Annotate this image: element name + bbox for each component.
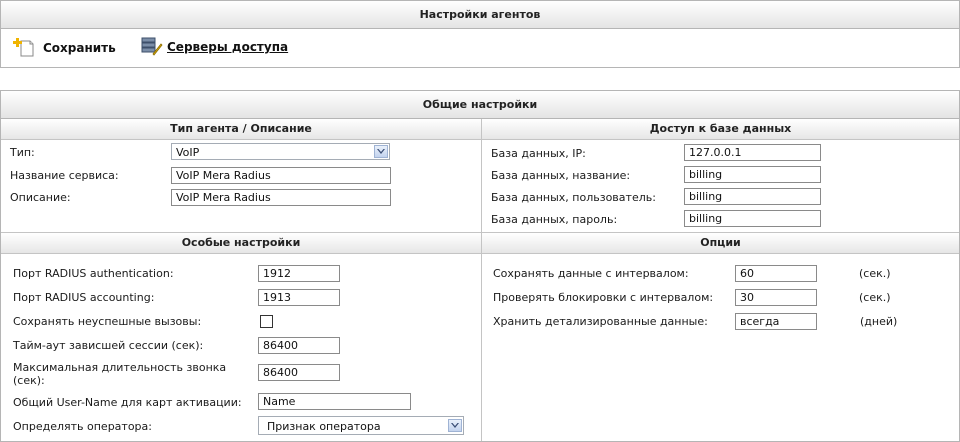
type-select[interactable]: VoIP xyxy=(171,143,390,160)
operator-select[interactable]: Признак оператора xyxy=(258,416,464,435)
agent-settings-panel: Настройки агентов Сохранить Серверы дост… xyxy=(0,0,960,68)
agent-settings-title: Настройки агентов xyxy=(1,1,959,29)
save-icon xyxy=(13,37,35,60)
activation-username-label: Общий User-Name для карт активации: xyxy=(13,396,242,409)
save-interval-label: Сохранять данные с интервалом: xyxy=(493,267,689,280)
servers-icon xyxy=(141,36,163,59)
max-call-duration-label-line1: Максимальная длительность звонка xyxy=(13,361,227,374)
max-call-duration-input[interactable]: 86400 xyxy=(258,364,340,381)
operator-label: Определять оператора: xyxy=(13,420,152,433)
chevron-down-icon xyxy=(448,419,462,432)
left-column: Тип агента / Описание Тип: VoIP Название… xyxy=(1,119,482,441)
type-select-value: VoIP xyxy=(176,146,200,159)
radius-acct-port-label: Порт RADIUS accounting: xyxy=(13,291,155,304)
general-settings-title: Общие настройки xyxy=(1,91,959,119)
db-name-input[interactable]: billing xyxy=(684,166,821,183)
right-column: Доступ к базе данных База данных, IP: 12… xyxy=(482,119,959,441)
save-interval-input[interactable]: 60 xyxy=(735,265,817,282)
options-section-title: Опции xyxy=(482,232,959,254)
save-button[interactable]: Сохранить xyxy=(13,37,116,59)
radius-auth-port-input[interactable]: 1912 xyxy=(258,265,340,282)
db-password-input[interactable]: billing xyxy=(684,210,821,227)
session-timeout-input[interactable]: 86400 xyxy=(258,337,340,354)
db-ip-label: База данных, IP: xyxy=(491,147,586,160)
db-ip-input[interactable]: 127.0.0.1 xyxy=(684,144,821,161)
save-failed-calls-label: Сохранять неуспешные вызовы: xyxy=(13,315,202,328)
operator-select-value: Признак оператора xyxy=(267,420,381,433)
radius-acct-port-input[interactable]: 1913 xyxy=(258,289,340,306)
db-name-label: База данных, название: xyxy=(491,169,631,182)
keep-detailed-data-input[interactable]: всегда xyxy=(735,313,817,330)
block-check-interval-input[interactable]: 30 xyxy=(735,289,817,306)
max-call-duration-label-line2: (сек): xyxy=(13,374,45,387)
keep-detailed-data-label: Хранить детализированные данные: xyxy=(493,315,708,328)
block-check-interval-unit: (сек.) xyxy=(859,291,891,304)
access-servers-label: Серверы доступа xyxy=(167,40,289,54)
keep-detailed-data-unit: (дней) xyxy=(860,315,898,328)
service-name-label: Название сервиса: xyxy=(10,169,119,182)
access-servers-link[interactable]: Серверы доступа xyxy=(141,36,288,58)
activation-username-input[interactable]: Name xyxy=(258,393,411,410)
special-settings-section-title: Особые настройки xyxy=(1,232,481,254)
general-settings-panel: Общие настройки Тип агента / Описание Ти… xyxy=(0,90,960,442)
chevron-down-icon xyxy=(374,145,388,158)
db-access-section-title: Доступ к базе данных xyxy=(482,119,959,140)
save-label: Сохранить xyxy=(43,41,116,55)
description-label: Описание: xyxy=(10,191,71,204)
session-timeout-label: Тайм-аут зависшей сессии (сек): xyxy=(13,339,204,352)
description-input[interactable]: VoIP Mera Radius xyxy=(171,189,391,206)
block-check-interval-label: Проверять блокировки с интервалом: xyxy=(493,291,714,304)
save-interval-unit: (сек.) xyxy=(859,267,891,280)
agent-type-section-title: Тип агента / Описание xyxy=(1,119,481,140)
save-failed-calls-checkbox[interactable] xyxy=(260,315,273,328)
db-user-input[interactable]: billing xyxy=(684,188,821,205)
radius-auth-port-label: Порт RADIUS authentication: xyxy=(13,267,174,280)
db-password-label: База данных, пароль: xyxy=(491,213,618,226)
type-label: Тип: xyxy=(10,146,35,159)
service-name-input[interactable]: VoIP Mera Radius xyxy=(171,167,391,184)
db-user-label: База данных, пользователь: xyxy=(491,191,656,204)
